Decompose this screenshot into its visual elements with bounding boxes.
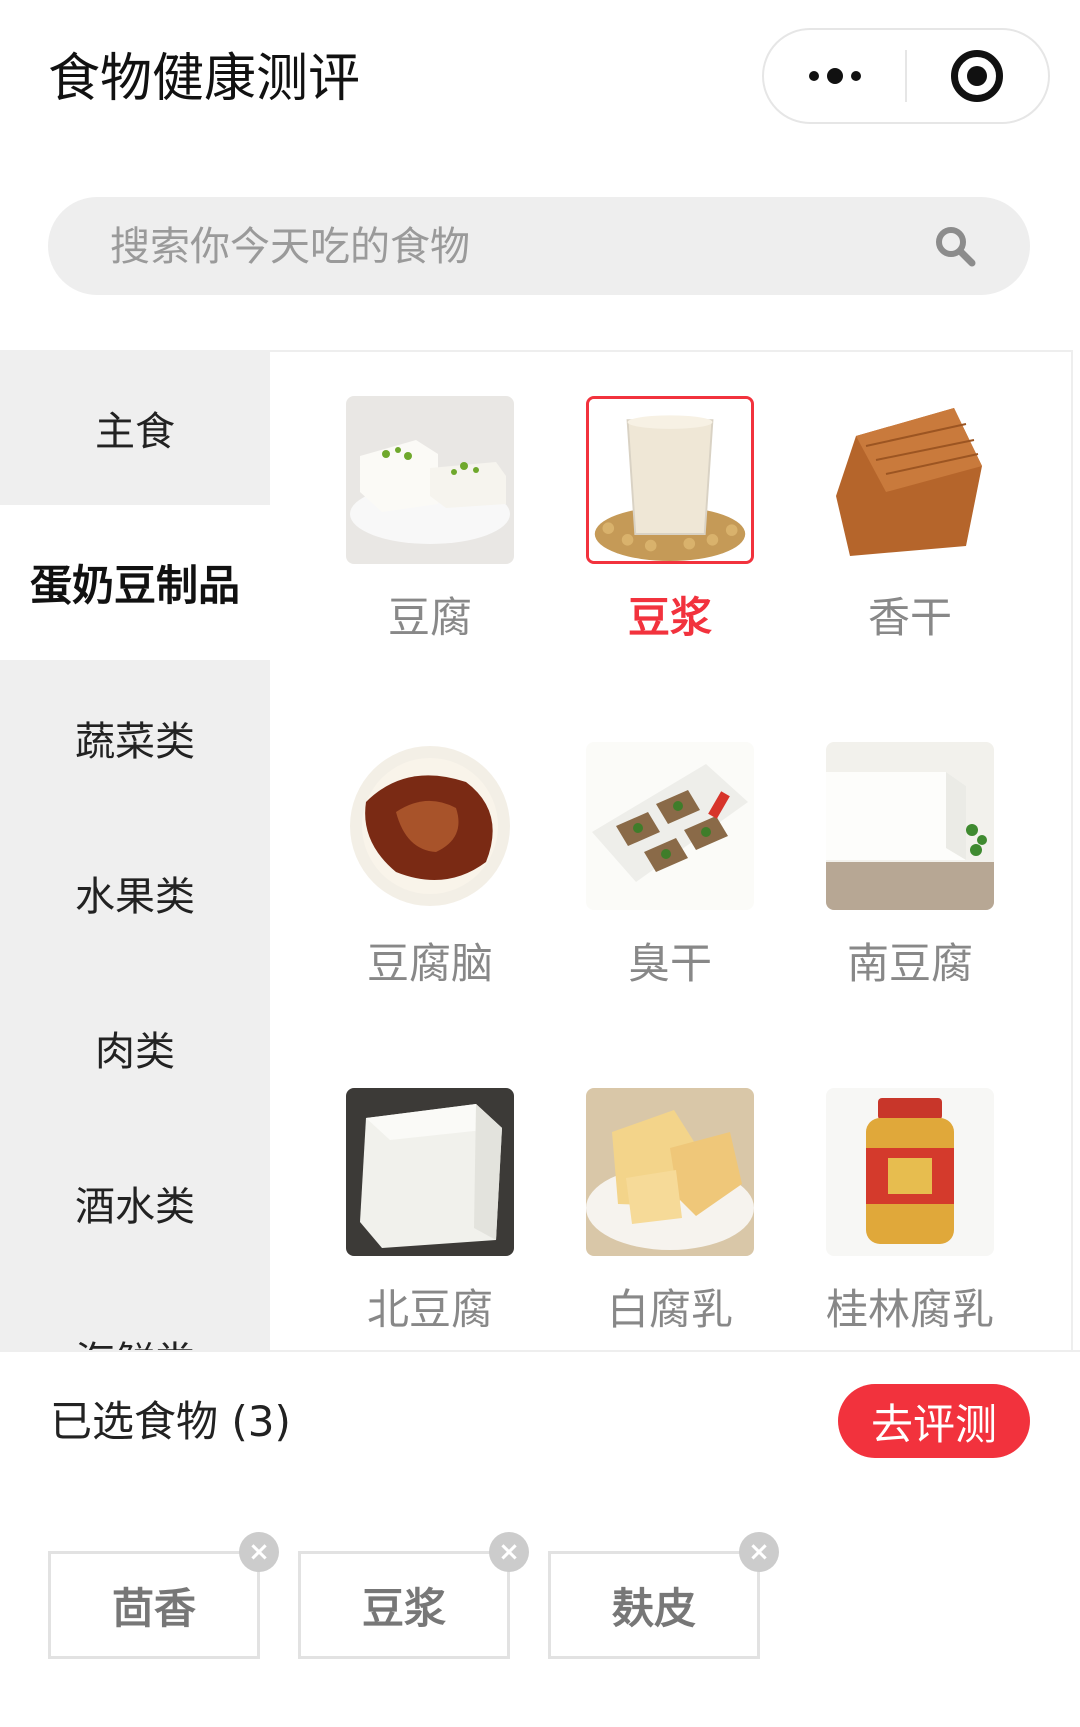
chip-label: 茴香 <box>111 1583 196 1633</box>
food-item-guilin-fermented-tofu[interactable]: 桂林腐乳 <box>810 1088 1010 1338</box>
food-name: 豆浆 <box>627 593 712 642</box>
soft-tofu-image <box>826 742 994 910</box>
category-sidebar: 主食 蛋奶豆制品 蔬菜类 水果类 肉类 酒水类 海鲜类 <box>0 350 270 1350</box>
food-item-tofu[interactable]: 豆腐 <box>330 396 530 646</box>
sidebar-item-drinks[interactable]: 酒水类 <box>0 1125 270 1280</box>
food-name: 白腐乳 <box>606 1285 733 1334</box>
stinky-tofu-image <box>586 742 754 910</box>
food-name: 桂林腐乳 <box>825 1285 994 1334</box>
food-item-white-fermented-tofu[interactable]: 白腐乳 <box>570 1088 770 1338</box>
chip-label: 豆浆 <box>361 1583 446 1633</box>
food-item-soft-tofu[interactable]: 南豆腐 <box>810 742 1010 992</box>
food-name: 臭干 <box>627 939 712 988</box>
target-close-icon <box>951 50 1004 102</box>
tofu-pudding-image <box>346 742 514 910</box>
selected-chip[interactable]: 豆浆 × <box>298 1532 529 1659</box>
food-grid: 豆腐 豆浆 香干 豆腐脑 臭干 南豆腐 北豆腐 白腐乳 桂林腐乳 <box>270 350 1073 1350</box>
selected-count-label: 已选食物 (3) <box>50 1397 291 1446</box>
sidebar-item-meat[interactable]: 肉类 <box>0 970 270 1125</box>
food-item-dried-tofu[interactable]: 香干 <box>810 396 1010 646</box>
selected-chip[interactable]: 茴香 × <box>48 1532 279 1659</box>
sidebar-item-vegetables[interactable]: 蔬菜类 <box>0 660 270 815</box>
more-dots-icon <box>808 68 861 84</box>
mini-program-capsule <box>762 28 1050 124</box>
firm-tofu-image <box>346 1088 514 1256</box>
sidebar-item-staple[interactable]: 主食 <box>0 350 270 505</box>
food-name: 北豆腐 <box>366 1285 493 1334</box>
sidebar-item-fruits[interactable]: 水果类 <box>0 815 270 970</box>
more-button[interactable] <box>764 30 905 122</box>
sidebar-item-seafood[interactable]: 海鲜类 <box>0 1280 270 1351</box>
selected-foods-panel: 已选食物 (3) 去评测 茴香 × 豆浆 × 麸皮 × <box>0 1350 1080 1727</box>
chip-label: 麸皮 <box>611 1583 696 1633</box>
remove-chip-icon[interactable]: × <box>239 1532 279 1572</box>
close-button[interactable] <box>907 30 1048 122</box>
food-item-tofu-pudding[interactable]: 豆腐脑 <box>330 742 530 992</box>
food-name: 豆腐脑 <box>366 939 493 988</box>
food-name: 豆腐 <box>387 593 472 642</box>
search-bar <box>48 197 1030 297</box>
food-name: 南豆腐 <box>846 939 973 988</box>
selected-chip[interactable]: 麸皮 × <box>548 1532 779 1659</box>
food-item-soy-milk[interactable]: 豆浆 <box>570 396 770 646</box>
tofu-image <box>346 396 514 564</box>
main-area: 主食 蛋奶豆制品 蔬菜类 水果类 肉类 酒水类 海鲜类 豆腐 <box>0 350 1080 1350</box>
food-name: 香干 <box>867 593 952 642</box>
guilin-fermented-tofu-image <box>826 1088 994 1256</box>
sidebar-item-egg-dairy-soy[interactable]: 蛋奶豆制品 <box>0 505 270 660</box>
app-title: 食物健康测评 <box>48 49 361 109</box>
search-input[interactable] <box>108 197 912 297</box>
white-fermented-tofu-image <box>586 1088 754 1256</box>
soy-milk-image <box>586 396 754 564</box>
food-item-firm-tofu[interactable]: 北豆腐 <box>330 1088 530 1338</box>
dried-tofu-image <box>826 396 994 564</box>
remove-chip-icon[interactable]: × <box>739 1532 779 1572</box>
remove-chip-icon[interactable]: × <box>489 1532 529 1572</box>
food-item-stinky-tofu[interactable]: 臭干 <box>570 742 770 992</box>
go-evaluate-button[interactable]: 去评测 <box>838 1384 1030 1458</box>
search-icon[interactable] <box>934 225 976 267</box>
